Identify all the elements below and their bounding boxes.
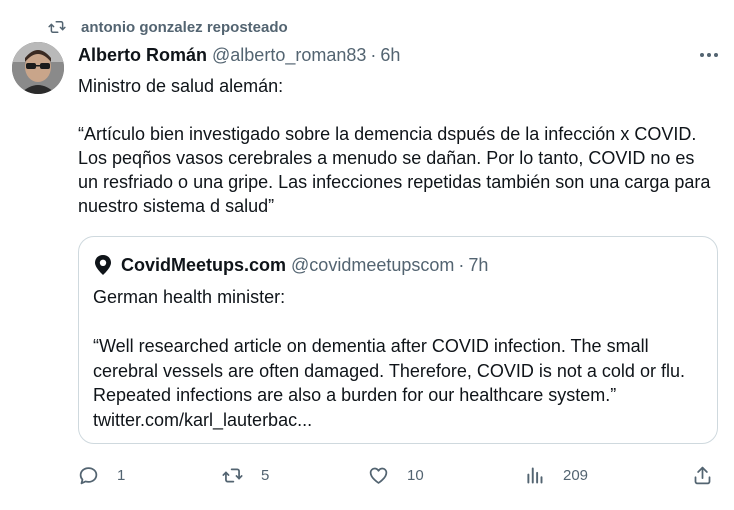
- tweet-header: Alberto Román @alberto_roman83 · 6h: [78, 44, 400, 66]
- reply-button[interactable]: 1: [78, 462, 125, 488]
- view-count: 209: [563, 466, 589, 484]
- quote-text: German health minister: “Well researched…: [93, 287, 685, 430]
- share-icon: [694, 466, 711, 484]
- author-name[interactable]: Alberto Román: [78, 45, 207, 66]
- heart-icon: [369, 467, 388, 484]
- quoted-tweet[interactable]: CovidMeetups.com @covidmeetupscom · 7h G…: [78, 236, 718, 444]
- repost-context[interactable]: antonio gonzalez reposteado: [48, 17, 288, 37]
- repost-icon: [222, 468, 243, 482]
- repost-count: 5: [261, 466, 270, 484]
- tweet-actions: 1 5 10 209: [78, 462, 718, 488]
- more-options-button[interactable]: [698, 44, 720, 66]
- repost-icon: [48, 21, 66, 33]
- views-icon: [527, 467, 543, 483]
- more-icon: [700, 53, 718, 57]
- repost-label: antonio gonzalez reposteado: [81, 18, 288, 36]
- avatar[interactable]: [12, 42, 64, 94]
- like-button[interactable]: 10: [368, 462, 424, 488]
- repost-button[interactable]: 5: [222, 462, 269, 488]
- tweet-time[interactable]: 6h: [380, 45, 400, 66]
- header-separator: ·: [370, 44, 377, 65]
- quote-header: CovidMeetups.com @covidmeetupscom · 7h: [93, 253, 488, 277]
- avatar-image: [12, 42, 64, 94]
- share-button[interactable]: [692, 462, 713, 488]
- author-handle[interactable]: @alberto_roman83: [212, 45, 366, 66]
- quote-separator: ·: [458, 254, 465, 275]
- reply-count: 1: [117, 466, 126, 484]
- views-button[interactable]: 209: [524, 462, 588, 488]
- location-pin-icon: [95, 255, 111, 275]
- quote-time: 7h: [468, 254, 489, 275]
- like-count: 10: [407, 466, 424, 484]
- reply-icon: [79, 466, 98, 484]
- quote-author-handle: @covidmeetupscom: [291, 254, 455, 275]
- quote-author-name: CovidMeetups.com: [121, 254, 287, 275]
- tweet-text: Ministro de salud alemán: “Artículo bien…: [78, 76, 711, 216]
